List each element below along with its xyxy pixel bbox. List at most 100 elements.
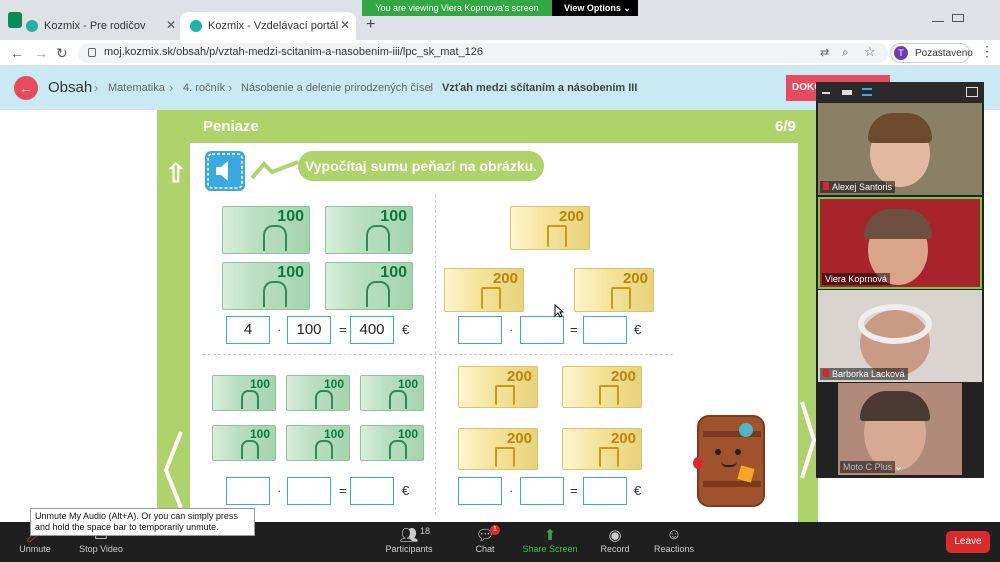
horizontal-divider xyxy=(203,354,673,355)
share-screen-button[interactable]: Share Screen xyxy=(515,544,585,554)
equals-sign: = xyxy=(339,322,347,337)
participants-icon[interactable]: 👥︎ xyxy=(374,526,444,544)
multiply-sign: · xyxy=(277,322,282,337)
new-tab-button[interactable]: + xyxy=(366,16,375,34)
close-icon[interactable]: ✕ xyxy=(340,18,350,32)
factor-input-a[interactable]: 4 xyxy=(226,316,270,344)
euro-100-note: 100 xyxy=(325,262,413,310)
next-arrow-icon[interactable] xyxy=(800,400,816,480)
factor-input-b[interactable] xyxy=(520,316,564,344)
exit-fullscreen-icon[interactable] xyxy=(966,87,978,97)
translate-icon[interactable]: ⇄ xyxy=(820,46,829,59)
result-input[interactable]: 400 xyxy=(350,316,394,344)
euro-200-note: 200 xyxy=(510,206,590,250)
multiply-sign: · xyxy=(277,483,282,498)
euro-200-note: 200 xyxy=(458,366,538,408)
result-input[interactable] xyxy=(583,316,627,344)
breadcrumb-separator-icon: › xyxy=(94,80,99,95)
stop-video-button[interactable]: Stop Video xyxy=(66,544,136,554)
back-arrow-icon[interactable]: ← xyxy=(10,45,24,61)
euro-100-note: 100 xyxy=(286,425,350,461)
minimize-icon[interactable] xyxy=(822,92,830,94)
zoom-viewing-banner: You are viewing Viera Koprnova's screen … xyxy=(362,0,638,16)
reload-icon[interactable]: ↻ xyxy=(56,45,68,62)
menu-icon[interactable]: ⋮ xyxy=(980,43,994,60)
currency-label: € xyxy=(402,483,410,498)
factor-input-b[interactable]: 100 xyxy=(287,316,331,344)
avatar: T xyxy=(894,46,908,60)
forward-arrow-icon[interactable]: → xyxy=(34,45,48,61)
factor-input-b[interactable] xyxy=(520,477,564,505)
lock-icon xyxy=(88,48,96,57)
kozmix-favicon-icon xyxy=(190,20,202,32)
reactions-button[interactable]: Reactions xyxy=(639,544,709,554)
factor-input-a[interactable] xyxy=(458,477,502,505)
participant-tile[interactable]: Alexej Santoris xyxy=(818,103,982,195)
bookmark-star-icon[interactable]: ☆ xyxy=(864,44,876,60)
euro-100-note: 100 xyxy=(222,262,310,310)
gallery-header xyxy=(816,82,984,102)
speaker-button[interactable] xyxy=(205,151,245,191)
currency-label: € xyxy=(634,322,642,337)
breadcrumb-separator-icon: › xyxy=(169,80,174,95)
equals-sign: = xyxy=(570,483,578,498)
equals-sign: = xyxy=(339,483,347,498)
participants-button[interactable]: Participants xyxy=(374,544,444,554)
chevron-down-icon[interactable]: ⌄ xyxy=(894,460,903,473)
instruction-bubble: Vypočítaj sumu peňazí na obrázku. xyxy=(298,151,544,181)
mouse-cursor-icon xyxy=(554,304,564,318)
breadcrumb-rocnik[interactable]: 4. ročník xyxy=(183,82,225,94)
euro-100-note: 100 xyxy=(212,425,276,461)
zoom-search-icon[interactable]: ⌕ xyxy=(842,45,849,60)
participant-name: Barborka Lacková xyxy=(832,369,905,379)
euro-200-note: 200 xyxy=(562,366,642,408)
address-bar[interactable]: moj.kozmix.sk/obsah/p/vztah-medzi-scitan… xyxy=(78,43,888,63)
unmute-tooltip: Unmute My Audio (Alt+A). Or you can simp… xyxy=(30,508,255,536)
breadcrumb-nasobenie[interactable]: Násobenie a delenie prirodzených čísel xyxy=(241,82,433,94)
euro-100-note: 100 xyxy=(325,206,413,254)
euro-100-note: 100 xyxy=(212,375,276,411)
factor-input-b[interactable] xyxy=(287,477,331,505)
lesson-title: Peniaze xyxy=(203,118,259,135)
factor-input-a[interactable] xyxy=(458,316,502,344)
muted-mic-icon xyxy=(823,182,829,190)
breadcrumb-matematika[interactable]: Matematika xyxy=(108,82,165,94)
tab-pre-rodicov[interactable]: Kozmix - Pre rodičov ✕ xyxy=(16,12,182,40)
previous-arrow-icon[interactable] xyxy=(163,430,183,510)
kozmix-favicon-icon xyxy=(26,20,38,32)
chat-button[interactable]: Chat xyxy=(450,544,520,554)
tab-vzdelavaci-portal[interactable]: Kozmix - Vzdelávací portál ✕ xyxy=(180,12,356,40)
chat-icon[interactable]: 💬︎ xyxy=(450,526,520,544)
leave-button[interactable]: Leave xyxy=(946,531,990,553)
result-input[interactable] xyxy=(350,477,394,505)
up-arrow-icon[interactable]: ⇧ xyxy=(165,158,187,189)
close-icon[interactable]: ✕ xyxy=(166,18,176,32)
breadcrumb-separator-icon: › xyxy=(429,80,434,95)
section-title[interactable]: Obsah xyxy=(48,79,92,96)
participant-tile[interactable]: Viera Koprnová xyxy=(818,197,982,289)
minimize-icon[interactable] xyxy=(932,14,944,22)
participants-count: 18 xyxy=(420,526,431,536)
view-options-button[interactable]: View Options ⌄ xyxy=(557,0,638,16)
result-input[interactable] xyxy=(583,477,627,505)
tab-title: Kozmix - Vzdelávací portál xyxy=(208,20,339,32)
tab-title: Kozmix - Pre rodičov xyxy=(44,20,146,32)
gallery-view-icon[interactable] xyxy=(862,88,872,96)
participant-name: Moto C Plus xyxy=(843,462,893,472)
multiply-sign: · xyxy=(509,322,514,337)
unmute-button[interactable]: Unmute xyxy=(0,544,70,554)
profile-chip[interactable]: T Pozastaveno xyxy=(890,43,973,63)
url-text: moj.kozmix.sk/obsah/p/vztah-medzi-scitan… xyxy=(104,46,484,58)
euro-100-note: 100 xyxy=(360,425,424,461)
maximize-icon[interactable] xyxy=(952,14,964,22)
thumbnail-icon[interactable] xyxy=(842,90,852,95)
share-screen-icon[interactable]: ⬆ xyxy=(515,526,585,544)
participant-tile[interactable]: Barborka Lacková xyxy=(818,290,982,382)
back-button[interactable]: ← xyxy=(14,76,38,100)
factor-input-a[interactable] xyxy=(226,477,270,505)
euro-200-note: 200 xyxy=(562,428,642,470)
breadcrumb-current: Vzťah medzi sčítaním a násobením III xyxy=(442,82,638,94)
reactions-icon[interactable]: ☺ xyxy=(639,526,709,543)
speaker-icon xyxy=(207,153,243,189)
euro-100-note: 100 xyxy=(286,375,350,411)
